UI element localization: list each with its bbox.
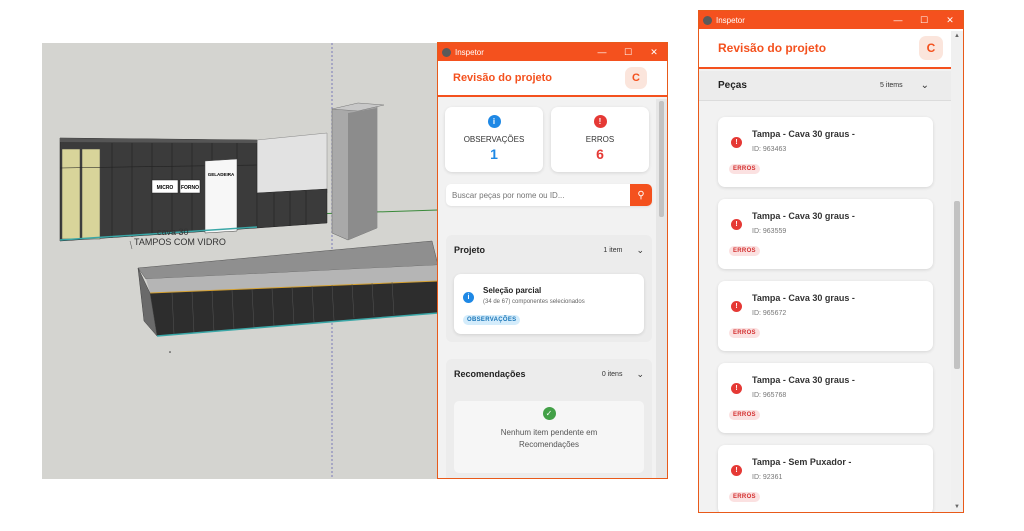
error-icon: ! — [731, 137, 742, 148]
status-badge: ERROS — [729, 164, 760, 174]
section-title: Peças — [718, 80, 747, 91]
section-count: 5 items — [880, 82, 903, 89]
app-logo-icon — [703, 15, 712, 25]
card-title: Seleção parcial — [483, 286, 542, 295]
label-forno: FORNO — [181, 185, 199, 191]
empty-state: ✓ Nenhum item pendente em Recomendações — [454, 401, 644, 473]
item-title: Tampa - Cava 30 graus - — [752, 211, 855, 221]
item-id: ID: 92361 — [752, 474, 783, 481]
app-logo-icon — [442, 47, 451, 57]
minimize-button[interactable]: — — [589, 47, 615, 57]
item-title: Tampa - Sem Puxador - — [752, 457, 852, 467]
stat-value: 6 — [596, 146, 604, 162]
check-circle-icon: ✓ — [542, 407, 556, 420]
page-title: Revisão do projeto — [718, 41, 827, 55]
stat-label: ERROS — [585, 135, 615, 144]
titlebar[interactable]: Inspetor — ☐ ✕ — [438, 43, 667, 61]
section-count: 1 item — [603, 246, 623, 254]
chevron-down-icon[interactable]: ⌄ — [636, 245, 644, 256]
chevron-down-icon[interactable]: ⌄ — [636, 369, 644, 380]
item-title: Tampa - Cava 30 graus - — [752, 293, 855, 303]
item-title: Tampa - Cava 30 graus - — [752, 375, 855, 385]
empty-text: Nenhum item pendente em — [500, 428, 598, 437]
scrollbar-thumb[interactable] — [659, 101, 664, 217]
recomendacoes-section-header[interactable]: Recomendações 0 itens ⌄ — [446, 359, 652, 389]
item-id: ID: 965768 — [752, 392, 787, 399]
search-button[interactable]: ⚲ — [630, 184, 652, 206]
status-badge: ERROS — [729, 492, 760, 502]
close-button[interactable]: ✕ — [937, 15, 963, 26]
selecao-parcial-card[interactable]: i Seleção parcial (34 de 67) componentes… — [454, 274, 644, 334]
label-tampos: TAMPOS COM VIDRO — [134, 237, 226, 247]
model-scene: MICRO FORNO GELADEIRA cava 30 TAMPOS COM… — [59, 43, 438, 479]
maximize-button[interactable]: ☐ — [911, 15, 937, 26]
pecas-section-header[interactable]: Peças 5 items ⌄ — [699, 71, 951, 101]
projeto-section-header[interactable]: Projeto 1 item ⌄ — [446, 235, 652, 265]
info-icon: i — [463, 292, 474, 303]
refresh-button[interactable]: C — [625, 67, 647, 89]
status-badge: ERROS — [729, 410, 760, 420]
item-id: ID: 963463 — [752, 146, 787, 153]
stat-value: 1 — [490, 146, 498, 162]
chevron-down-icon[interactable]: ⌄ — [921, 80, 929, 91]
label-cava: cava 30 — [157, 227, 189, 237]
window-title: Inspetor — [455, 47, 484, 57]
error-icon: ! — [731, 383, 742, 394]
list-item[interactable]: ! Tampa - Cava 30 graus - ID: 963559 ERR… — [718, 199, 933, 269]
window-title: Inspetor — [716, 15, 745, 25]
inspetor-window-left: Inspetor — ☐ ✕ Revisão do projeto C i OB… — [437, 42, 668, 479]
scroll-content: i OBSERVAÇÕES 1 ! ERROS 6 ⚲ Projeto 1 it… — [438, 99, 656, 478]
refresh-button[interactable]: C — [919, 36, 943, 60]
item-id: ID: 963559 — [752, 228, 787, 235]
scroll-up-icon[interactable]: ▲ — [954, 33, 960, 39]
recomendacoes-section: Recomendações 0 itens ⌄ ✓ Nenhum item pe… — [446, 359, 652, 478]
page-title: Revisão do projeto — [453, 72, 553, 84]
empty-text: Recomendações — [518, 440, 580, 449]
item-id: ID: 965672 — [752, 310, 787, 317]
label-micro: MICRO — [157, 185, 174, 191]
scrollbar[interactable]: ▲ ▼ — [951, 31, 963, 512]
scroll-content: Peças 5 items ⌄ ! Tampa - Cava 30 graus … — [699, 71, 951, 512]
status-badge: OBSERVAÇÕES — [463, 315, 521, 325]
status-badge: ERROS — [729, 246, 760, 256]
status-badge: ERROS — [729, 328, 760, 338]
scrollbar-thumb[interactable] — [954, 201, 960, 369]
erros-card[interactable]: ! ERROS 6 — [551, 107, 649, 172]
header: Revisão do projeto C — [438, 61, 667, 97]
info-icon: i — [487, 115, 501, 128]
close-button[interactable]: ✕ — [641, 47, 667, 58]
minimize-button[interactable]: — — [885, 15, 911, 25]
error-icon: ! — [731, 465, 742, 476]
section-title: Projeto — [454, 245, 486, 255]
list-item[interactable]: ! Tampa - Cava 30 graus - ID: 965672 ERR… — [718, 281, 933, 351]
section-title: Recomendações — [454, 369, 526, 379]
item-title: Tampa - Cava 30 graus - — [752, 129, 855, 139]
list-item[interactable]: ! Tampa - Cava 30 graus - ID: 963463 ERR… — [718, 117, 933, 187]
search-bar: ⚲ — [446, 184, 652, 206]
maximize-button[interactable]: ☐ — [615, 47, 641, 58]
card-subtitle: (34 de 67) componentes selecionados — [483, 299, 585, 305]
label-geladeira: GELADEIRA — [208, 172, 235, 177]
search-input[interactable] — [446, 190, 630, 200]
scrollbar[interactable] — [656, 99, 667, 478]
sketchup-viewport[interactable]: MICRO FORNO GELADEIRA cava 30 TAMPOS COM… — [42, 43, 438, 479]
observacoes-card[interactable]: i OBSERVAÇÕES 1 — [445, 107, 543, 172]
scroll-down-icon[interactable]: ▼ — [954, 504, 960, 510]
header: Revisão do projeto C — [699, 29, 963, 69]
error-icon: ! — [731, 301, 742, 312]
error-icon: ! — [731, 219, 742, 230]
projeto-section: Projeto 1 item ⌄ i Seleção parcial (34 d… — [446, 235, 652, 342]
inspetor-window-right: Inspetor — ☐ ✕ Revisão do projeto C Peça… — [698, 10, 964, 513]
titlebar[interactable]: Inspetor — ☐ ✕ — [699, 11, 963, 29]
error-icon: ! — [593, 115, 607, 128]
stat-label: OBSERVAÇÕES — [463, 135, 525, 144]
list-item[interactable]: ! Tampa - Sem Puxador - ID: 92361 ERROS — [718, 445, 933, 512]
list-item[interactable]: ! Tampa - Cava 30 graus - ID: 965768 ERR… — [718, 363, 933, 433]
section-count: 0 itens — [601, 370, 623, 378]
